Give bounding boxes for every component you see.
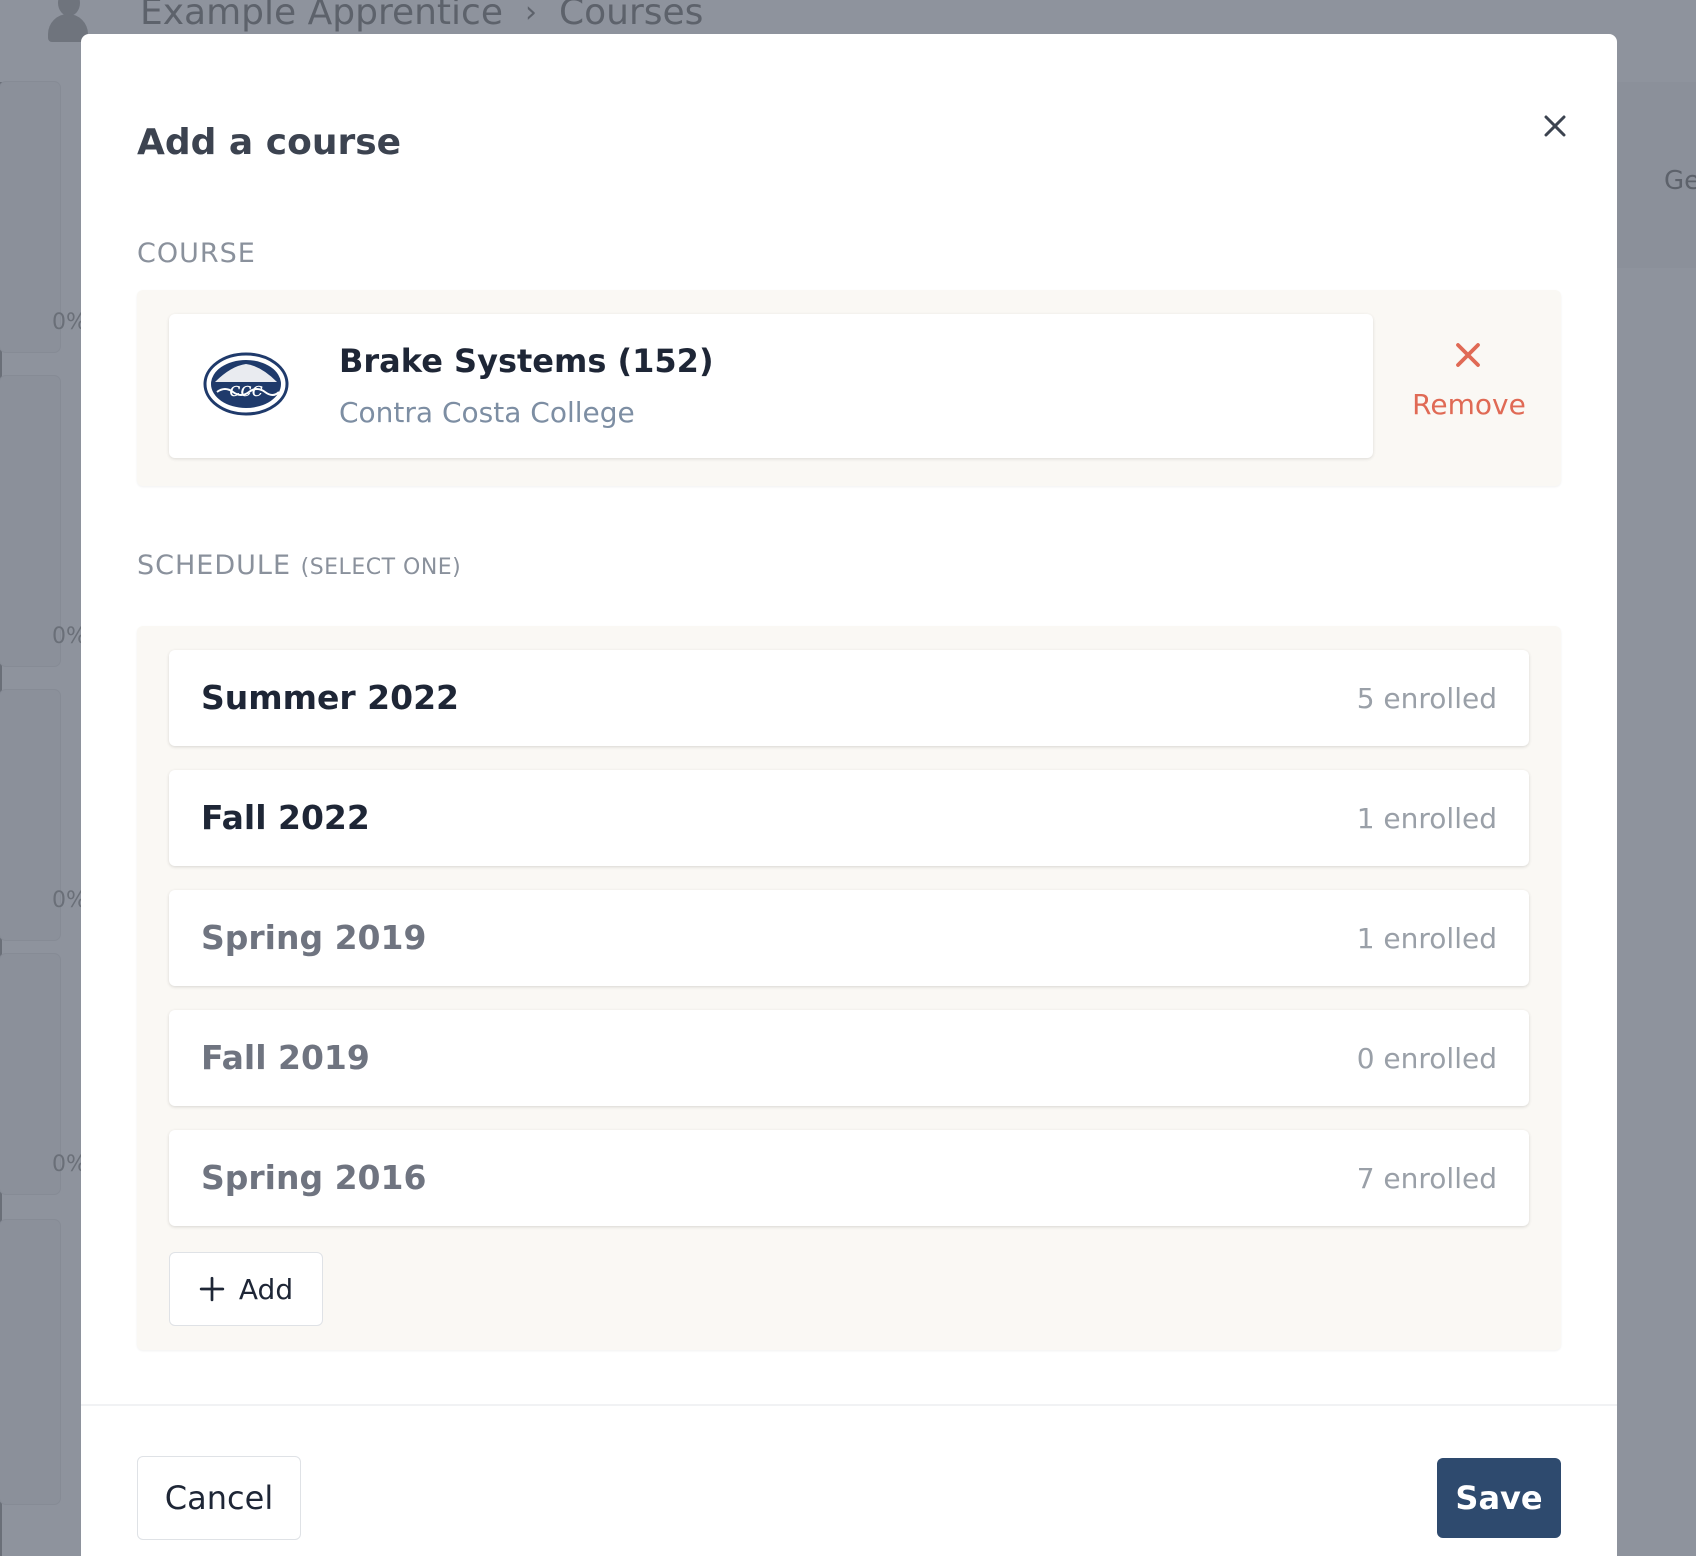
schedule-enrolled-count: 1 enrolled bbox=[1356, 922, 1497, 955]
cancel-button[interactable]: Cancel bbox=[137, 1456, 301, 1540]
schedule-section-title: SCHEDULE bbox=[137, 550, 292, 581]
remove-label: Remove bbox=[1412, 388, 1526, 421]
course-section-label: COURSE bbox=[137, 238, 256, 269]
schedule-section-hint: (SELECT ONE) bbox=[300, 555, 462, 580]
course-school: Contra Costa College bbox=[339, 396, 635, 429]
remove-course-button[interactable]: Remove bbox=[1377, 330, 1561, 442]
schedule-term: Spring 2016 bbox=[201, 1158, 427, 1197]
background-right-text: Ge bbox=[1664, 166, 1696, 196]
background-card bbox=[0, 690, 60, 940]
schedule-option-fall-2019[interactable]: Fall 2019 0 enrolled bbox=[169, 1010, 1529, 1106]
schedule-panel: Summer 2022 5 enrolled Fall 2022 1 enrol… bbox=[137, 626, 1561, 1350]
schedule-section-label: SCHEDULE (SELECT ONE) bbox=[137, 550, 461, 581]
footer-divider bbox=[81, 1404, 1617, 1406]
add-label: Add bbox=[238, 1272, 294, 1306]
college-logo-text: ccc bbox=[229, 377, 263, 401]
schedule-enrolled-count: 1 enrolled bbox=[1356, 802, 1497, 835]
selected-course-card: ccc Brake Systems (152) Contra Costa Col… bbox=[169, 314, 1373, 458]
background-card bbox=[0, 376, 60, 666]
course-panel: ccc Brake Systems (152) Contra Costa Col… bbox=[137, 290, 1561, 486]
add-course-modal: Add a course COURSE ccc Brake Systems (1… bbox=[81, 34, 1617, 1556]
college-logo-icon: ccc bbox=[203, 352, 289, 416]
breadcrumb-item: Example Apprentice bbox=[140, 0, 503, 33]
schedule-term: Fall 2019 bbox=[201, 1038, 370, 1077]
save-button[interactable]: Save bbox=[1437, 1458, 1561, 1538]
course-name: Brake Systems (152) bbox=[339, 342, 714, 380]
close-icon bbox=[1544, 115, 1566, 137]
breadcrumb-item: Courses bbox=[559, 0, 704, 33]
schedule-enrolled-count: 7 enrolled bbox=[1356, 1162, 1497, 1195]
add-schedule-button[interactable]: Add bbox=[169, 1252, 323, 1326]
chevron-right-icon: › bbox=[525, 0, 537, 30]
schedule-term: Summer 2022 bbox=[201, 678, 460, 717]
schedule-option-summer-2022[interactable]: Summer 2022 5 enrolled bbox=[169, 650, 1529, 746]
schedule-term: Fall 2022 bbox=[201, 798, 370, 837]
schedule-enrolled-count: 5 enrolled bbox=[1356, 682, 1497, 715]
schedule-option-spring-2019[interactable]: Spring 2019 1 enrolled bbox=[169, 890, 1529, 986]
schedule-enrolled-count: 0 enrolled bbox=[1356, 1042, 1497, 1075]
schedule-option-spring-2016[interactable]: Spring 2016 7 enrolled bbox=[169, 1130, 1529, 1226]
schedule-option-fall-2022[interactable]: Fall 2022 1 enrolled bbox=[169, 770, 1529, 866]
background-card bbox=[0, 954, 60, 1194]
breadcrumb: Example Apprentice › Courses bbox=[140, 0, 703, 33]
plus-icon bbox=[199, 1276, 225, 1302]
background-card bbox=[0, 82, 60, 352]
modal-title: Add a course bbox=[137, 122, 402, 163]
close-button[interactable] bbox=[1527, 98, 1583, 154]
background-card bbox=[0, 1220, 60, 1504]
close-icon bbox=[1456, 343, 1480, 367]
schedule-term: Spring 2019 bbox=[201, 918, 427, 957]
